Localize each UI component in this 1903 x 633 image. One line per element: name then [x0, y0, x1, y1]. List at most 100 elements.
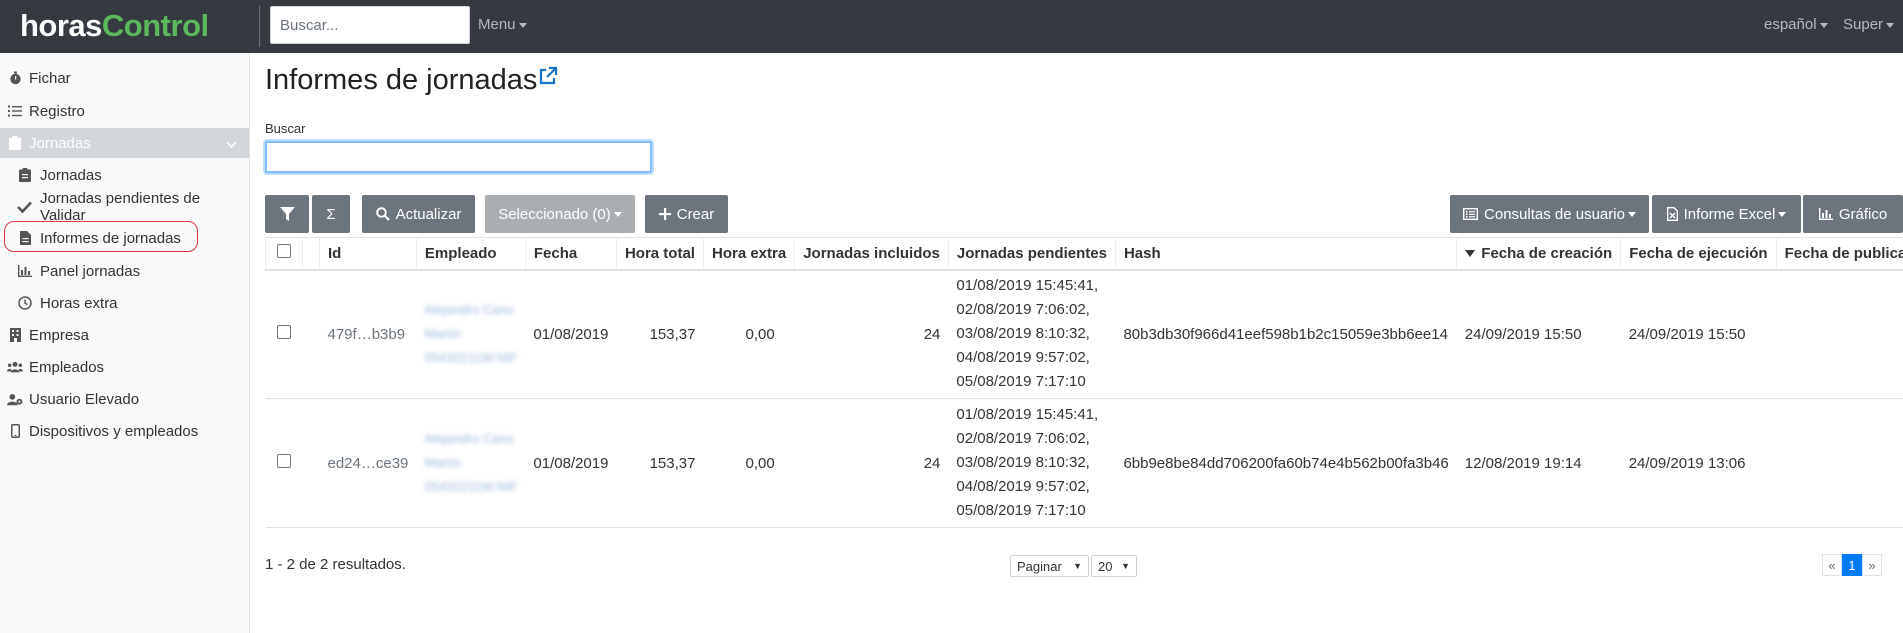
cell-fecha-ejecucion: 24/09/2019 13:06: [1620, 398, 1777, 528]
user-dropdown[interactable]: Super: [1843, 16, 1895, 33]
sidebar-item-dispositivos[interactable]: Dispositivos y empleados: [0, 416, 249, 446]
sidebar-item-empleados[interactable]: Empleados: [0, 352, 249, 382]
pending-date: 03/08/2019 8:10:32,: [956, 454, 1090, 471]
sidebar-item-label: Dispositivos y empleados: [29, 422, 199, 440]
cell-empleado: Alejandro Cano Martín 05432211W.NIF: [416, 398, 526, 528]
external-link-icon[interactable]: [538, 66, 558, 89]
sidebar-item-jornadas-pendientes[interactable]: Jornadas pendientes de Validar: [0, 190, 249, 224]
column-header-hash[interactable]: Hash: [1114, 237, 1457, 271]
page-1-button[interactable]: 1: [1842, 554, 1862, 576]
table-row[interactable]: 479f…b3b9 Alejandro Cano Martín 05432211W.…: [265, 269, 1903, 399]
column-header-jornadas-pendientes[interactable]: Jornadas pendientes: [947, 237, 1116, 271]
clipboard-icon: [17, 167, 33, 183]
chart-button[interactable]: Gráfico: [1803, 195, 1903, 233]
column-header-hora-extra[interactable]: Hora extra: [702, 237, 795, 271]
next-page-button[interactable]: »: [1862, 554, 1882, 576]
employee-name-line: Martín: [424, 326, 462, 342]
column-header-fecha[interactable]: Fecha: [524, 237, 617, 271]
employee-name-line: Martín: [424, 455, 462, 470]
column-header-jornadas-incluidos[interactable]: Jornadas incluidos: [794, 237, 949, 271]
cell-fecha: 01/08/2019: [525, 398, 617, 528]
select-all-header: [265, 237, 303, 271]
cell-hash: 80b3db30f966d41eef598b1b2c15059e3bb6ee14: [1115, 269, 1457, 399]
cell-id[interactable]: 479f…b3b9: [319, 269, 417, 399]
sidebar-item-fichar[interactable]: Fichar: [0, 63, 249, 93]
select-arrow-icon: ▼: [1121, 561, 1130, 571]
filter-button[interactable]: [265, 195, 309, 233]
row-checkbox[interactable]: [276, 325, 291, 340]
cell-hora-extra: 0,00: [703, 398, 795, 528]
cell-fecha-ejecucion: 24/09/2019 15:50: [1620, 269, 1777, 399]
page-size-select[interactable]: 20 ▼: [1091, 555, 1137, 577]
row-checkbox[interactable]: [276, 454, 291, 468]
cell-jornadas-pendientes: 01/08/2019 15:45:41, 02/08/2019 7:06:02,…: [948, 269, 1116, 399]
menu-dropdown[interactable]: Menu: [478, 16, 527, 33]
cell-id[interactable]: ed24…ce39: [319, 398, 417, 528]
search-input[interactable]: [265, 141, 652, 173]
navbar-separator: [259, 6, 260, 47]
pagination-mode-select[interactable]: Paginar ▼: [1010, 555, 1089, 577]
sum-button[interactable]: Σ: [312, 195, 350, 233]
cell-fecha: 01/08/2019: [525, 269, 617, 399]
sidebar-item-label: Jornadas pendientes de Validar: [39, 190, 201, 224]
column-header-empleado[interactable]: Empleado: [415, 237, 526, 271]
cell-fecha-publicacion: [1776, 398, 1903, 528]
caret-down-icon: [1886, 22, 1895, 28]
sidebar-item-horas-extra[interactable]: Horas extra: [0, 288, 249, 318]
sidebar-item-label: Empresa: [29, 326, 90, 344]
caret-down-icon: [613, 211, 622, 217]
sidebar-item-panel-jornadas[interactable]: Panel jornadas: [0, 256, 249, 286]
sidebar: Fichar Registro Jornadas Jornadas Jornad…: [0, 53, 250, 633]
cell-empleado: Alejandro Cano Martín 05432211W.NIF: [416, 269, 526, 399]
cell-fecha-publicacion: [1776, 269, 1903, 399]
selected-dropdown-button[interactable]: Seleccionado (0): [485, 195, 635, 233]
cell-jornadas-pendientes: 01/08/2019 15:45:41, 02/08/2019 7:06:02,…: [948, 398, 1116, 528]
select-all-checkbox[interactable]: [277, 244, 291, 259]
column-header-fecha-creacion[interactable]: Fecha de creación: [1456, 237, 1621, 271]
sidebar-item-label: Jornadas: [40, 166, 102, 184]
caret-down-icon: [1819, 22, 1828, 28]
employee-name-line: Alejandro Cano: [424, 302, 515, 318]
sidebar-item-jornadas-group[interactable]: Jornadas: [0, 128, 249, 158]
column-header-fecha-ejecucion[interactable]: Fecha de ejecución: [1620, 237, 1777, 271]
cell-hash: 6bb9e8be84dd706200fa60b74e4b562b00fa3b46: [1115, 398, 1457, 528]
pending-date: 01/08/2019 15:45:41,: [956, 277, 1099, 295]
user-queries-label: Consultas de usuario: [1484, 205, 1625, 223]
refresh-button[interactable]: Actualizar: [362, 195, 475, 233]
user-queries-dropdown[interactable]: Consultas de usuario: [1450, 195, 1649, 233]
sidebar-item-label: Panel jornadas: [40, 262, 141, 280]
list-icon: [7, 103, 23, 119]
table-header-row: Id Empleado Fecha Hora total Hora extra …: [265, 237, 1903, 271]
app-logo[interactable]: horasControl: [20, 8, 209, 44]
cell-fecha-creacion: 24/09/2019 15:50: [1456, 269, 1621, 399]
sidebar-item-registro[interactable]: Registro: [0, 96, 249, 126]
create-button[interactable]: Crear: [645, 195, 728, 233]
list-alt-icon: [1463, 208, 1479, 220]
cell-jornadas-incluidos: 24: [794, 398, 949, 528]
row-actions-cell: [302, 269, 320, 399]
pending-date: 02/08/2019 7:06:02,: [956, 301, 1090, 319]
pending-date: 04/08/2019 9:57:02,: [956, 478, 1090, 495]
column-header-hora-total[interactable]: Hora total: [615, 237, 704, 271]
users-icon: [7, 359, 23, 375]
results-count: 1 - 2 de 2 resultados.: [265, 556, 406, 573]
excel-report-label: Informe Excel: [1683, 205, 1776, 223]
column-header-label: Fecha de creación: [1481, 244, 1613, 262]
language-dropdown[interactable]: español: [1764, 16, 1828, 33]
excel-report-dropdown[interactable]: Informe Excel: [1652, 195, 1801, 233]
pending-date: 02/08/2019 7:06:02,: [956, 430, 1090, 447]
column-header-id[interactable]: Id: [319, 237, 417, 271]
pending-date: 05/08/2019 7:17:10: [956, 373, 1086, 391]
prev-page-button[interactable]: «: [1822, 554, 1842, 576]
highlight-annotation: [4, 221, 198, 252]
sidebar-item-jornadas[interactable]: Jornadas: [0, 160, 249, 190]
table-row[interactable]: ed24…ce39 Alejandro Cano Martín 05432211W.…: [265, 398, 1903, 528]
sidebar-item-empresa[interactable]: Empresa: [0, 320, 249, 350]
global-search-input[interactable]: [270, 6, 470, 44]
file-excel-icon: [1666, 207, 1678, 221]
sigma-icon: Σ: [326, 205, 336, 223]
sidebar-item-label: Registro: [29, 102, 85, 120]
cell-hora-extra: 0,00: [703, 269, 795, 399]
sidebar-item-usuario-elevado[interactable]: Usuario Elevado: [0, 384, 249, 414]
column-header-fecha-publicacion[interactable]: Fecha de publicación: [1775, 237, 1903, 271]
